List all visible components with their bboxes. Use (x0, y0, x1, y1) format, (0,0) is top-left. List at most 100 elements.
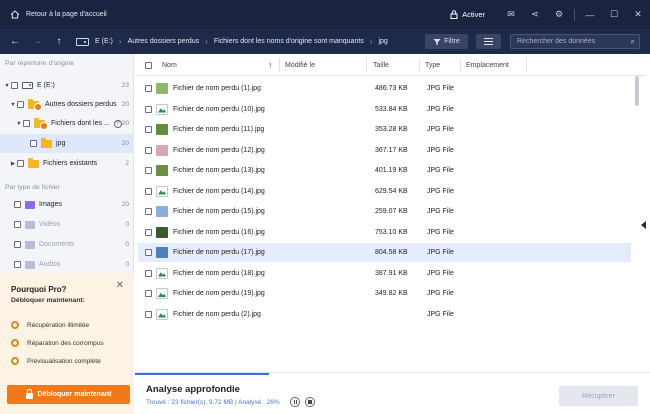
help-icon[interactable]: ? (113, 119, 122, 128)
table-row[interactable]: Fichier de nom perdu (11).jpg 353.28 KB JP… (138, 120, 631, 139)
file-type: JPG File (427, 228, 454, 236)
table-row[interactable]: Fichier de nom perdu (18).jpg 387.91 KB JP… (138, 264, 631, 283)
file-name: Fichier de nom perdu (15).jpg (173, 208, 265, 215)
row-checkbox[interactable] (145, 126, 152, 133)
tree-item-count: 20 (121, 101, 129, 108)
checkbox[interactable] (14, 261, 21, 268)
column-header-modified[interactable]: Modifié le (285, 54, 315, 76)
filter-button[interactable]: Filtre (425, 34, 468, 49)
row-checkbox[interactable] (145, 310, 152, 318)
column-header-size[interactable]: Taille (373, 54, 389, 76)
lock-icon (25, 388, 33, 399)
table-row[interactable]: Fichier de nom perdu (1).jpg 486.73 KB JPG… (138, 79, 631, 98)
select-all-checkbox[interactable] (145, 61, 152, 69)
breadcrumb-lost-folders[interactable]: Autres dossiers perdus (128, 38, 200, 45)
image-thumbnail-icon (156, 288, 168, 299)
share-icon[interactable]: ⋖ (523, 0, 547, 29)
lost-folder-icon (28, 98, 42, 111)
row-checkbox[interactable] (145, 269, 152, 277)
expand-triangle-icon[interactable]: ▼ (15, 121, 23, 127)
search-input[interactable]: Rechercher des données ⌕ (510, 34, 640, 49)
pause-button[interactable] (290, 397, 300, 407)
table-row[interactable]: Fichier de nom perdu (19).jpg 349.82 KB JP… (138, 284, 631, 303)
close-icon[interactable]: ✕ (626, 0, 650, 29)
table-row[interactable]: Fichier de nom perdu (17).jpg 804.58 KB JP… (138, 243, 631, 262)
breadcrumb-drive[interactable]: E (E:) (95, 38, 113, 45)
stop-button[interactable] (305, 397, 315, 407)
checkbox[interactable] (17, 160, 24, 167)
image-thumbnail-icon (156, 308, 168, 320)
checkbox[interactable] (14, 221, 21, 228)
row-checkbox[interactable] (145, 290, 152, 297)
pro-subtitle: Débloquer maintenant: (11, 297, 86, 304)
column-header-type[interactable]: Type (425, 54, 440, 76)
table-row[interactable]: Fichier de nom perdu (10).jpg 533.84 KB JP… (138, 100, 631, 119)
expand-triangle-icon[interactable]: ▼ (9, 102, 17, 108)
scrollbar-thumb[interactable] (635, 76, 639, 106)
row-checkbox[interactable] (145, 228, 152, 236)
row-checkbox[interactable] (145, 146, 152, 154)
type-item-documents[interactable]: Documents 0 (0, 235, 134, 254)
row-checkbox[interactable] (145, 85, 152, 92)
type-item-videos[interactable]: Vidéos 0 (0, 215, 134, 234)
type-item-label: Images (39, 201, 62, 208)
checkbox[interactable] (11, 82, 18, 89)
row-checkbox[interactable] (145, 167, 152, 174)
row-checkbox[interactable] (145, 105, 152, 113)
up-arrow-icon[interactable]: ↑ (48, 29, 70, 54)
column-header-name[interactable]: Nom (145, 54, 177, 76)
checkbox[interactable] (30, 140, 37, 147)
message-icon[interactable]: ✉ (499, 0, 523, 29)
activate-button[interactable]: Activer (450, 10, 485, 19)
home-link[interactable]: Retour à la page d'accueil (0, 10, 107, 19)
maximize-icon[interactable]: ☐ (602, 0, 626, 29)
back-arrow-icon[interactable]: ← (4, 29, 26, 54)
table-row[interactable]: Fichier de nom perdu (13).jpg 401.19 KB JP… (138, 161, 631, 180)
breadcrumb-missing-names[interactable]: Fichiers dont les noms d'origine sont ma… (214, 38, 364, 45)
row-checkbox[interactable] (145, 187, 152, 195)
pro-title: Pourquoi Pro? (11, 285, 67, 294)
minimize-icon[interactable]: — (578, 0, 602, 29)
tree-item-jpg[interactable]: jpg 20 (0, 134, 134, 153)
table-row[interactable]: Fichier de nom perdu (12).jpg 367.17 KB JP… (138, 141, 631, 160)
pro-feature-label: Réparation des corrompus (27, 339, 104, 347)
divider (574, 8, 575, 21)
recover-button[interactable]: Récupérer (559, 386, 638, 406)
table-row[interactable]: Fichier de nom perdu (16).jpg 753.10 KB JP… (138, 223, 631, 242)
view-menu-button[interactable] (476, 34, 501, 49)
pro-feature: Réparation des corrompus (11, 339, 104, 347)
settings-icon[interactable]: ⚙ (547, 0, 571, 29)
column-header-location[interactable]: Emplacement (466, 54, 509, 76)
file-type: JPG File (427, 105, 454, 113)
expand-triangle-icon[interactable]: ▶ (9, 161, 17, 167)
type-item-audios[interactable]: Audios 0 (0, 255, 134, 274)
image-thumbnail-icon (156, 83, 168, 94)
tree-item-existing-files[interactable]: ▶ Fichiers existants 2 (0, 154, 134, 173)
sort-arrow-icon[interactable]: ↑ (268, 54, 273, 76)
checkbox[interactable] (14, 241, 21, 248)
close-icon[interactable]: ✕ (116, 280, 124, 291)
image-thumbnail-icon (156, 185, 168, 197)
table-row[interactable]: Fichier de nom perdu (2).jpg JPG File (138, 305, 631, 324)
checkbox[interactable] (17, 101, 24, 108)
row-checkbox[interactable] (145, 208, 152, 215)
tree-item-missing-names[interactable]: ▼ Fichiers dont les ... ? 20 (0, 114, 134, 133)
video-icon (25, 220, 35, 229)
table-row[interactable]: Fichier de nom perdu (15).jpg 259.07 KB JP… (138, 202, 631, 221)
file-name-cell: Fichier de nom perdu (19).jpg (145, 288, 265, 299)
unlock-now-button[interactable]: Débloquer maintenant (7, 385, 130, 404)
forward-arrow-icon[interactable]: → (26, 29, 48, 54)
tree-item-drive[interactable]: ▼ E (E:) 23 (0, 76, 134, 95)
file-name-cell: Fichier de nom perdu (16).jpg (145, 226, 265, 238)
breadcrumb-jpg[interactable]: jpg (378, 38, 387, 45)
table-row[interactable]: Fichier de nom perdu (14).jpg 629.54 KB JP… (138, 182, 631, 201)
tree-item-lost-folders[interactable]: ▼ Autres dossiers perdus 20 (0, 95, 134, 114)
type-item-images[interactable]: Images 20 (0, 195, 134, 214)
filter-label: Filtre (444, 38, 460, 45)
tree-item-count: 23 (121, 82, 129, 89)
checkbox[interactable] (14, 201, 21, 208)
collapse-panel-arrow-icon[interactable] (641, 221, 646, 229)
expand-triangle-icon[interactable]: ▼ (3, 83, 11, 89)
row-checkbox[interactable] (145, 249, 152, 256)
checkbox[interactable] (23, 120, 30, 127)
